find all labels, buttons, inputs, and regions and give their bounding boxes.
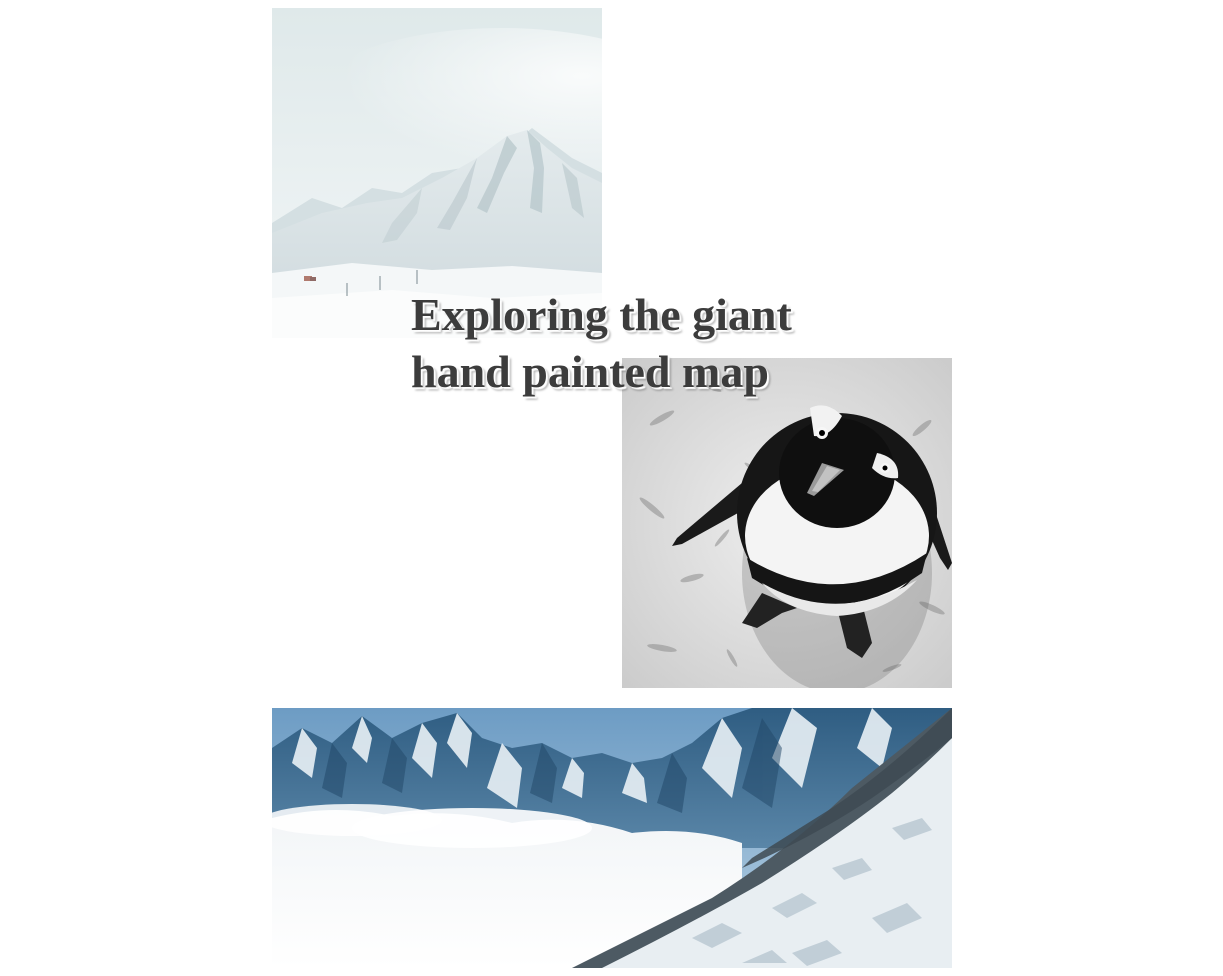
- penguin-photo: [622, 358, 952, 688]
- page: Exploring the giant hand painted map: [0, 0, 1223, 976]
- alpine-glacier-photo: [272, 708, 952, 968]
- article-title: Exploring the giant hand painted map: [411, 289, 792, 397]
